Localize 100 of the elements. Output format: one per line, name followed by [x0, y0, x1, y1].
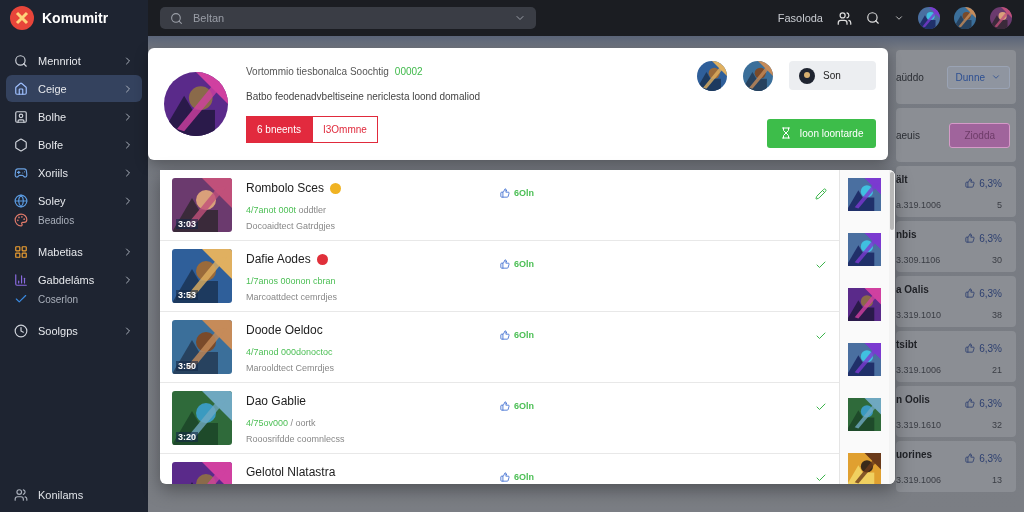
card-meta: 3.319.1610: [896, 420, 943, 432]
sidebar-item-icon: [14, 323, 28, 338]
sidebar-item[interactable]: Gabdeláms: [6, 266, 142, 293]
duration-label: 3:53: [176, 290, 198, 300]
check-icon[interactable]: [815, 401, 827, 413]
like-count: 6,3%: [965, 284, 1002, 302]
like-count: 6Oln: [500, 249, 534, 269]
search-bar[interactable]: Beltan: [160, 7, 536, 29]
sidebar-item[interactable]: Bolfe: [6, 131, 142, 158]
filter-label: aeuis: [896, 129, 920, 141]
like-count: 6,3%: [965, 174, 1002, 192]
video-card[interactable]: a Oalis 6,3% 3.319.1010 38: [896, 276, 1016, 327]
check-icon[interactable]: [815, 330, 827, 342]
caret-icon: [991, 72, 1001, 82]
card-count: 13: [992, 475, 1002, 487]
segment-tab[interactable]: I3Ommne: [311, 115, 378, 143]
like-count: 6,3%: [965, 339, 1002, 357]
segment-tab[interactable]: 6 bneents: [246, 115, 312, 143]
video-card[interactable]: ält 6,3% a.319.1006 5: [896, 166, 1016, 217]
pencil-icon[interactable]: [815, 188, 827, 200]
chip-button[interactable]: Son: [789, 61, 876, 90]
card-count: 21: [992, 365, 1002, 377]
filter-label: aüddo: [896, 71, 924, 83]
thumbs-up-icon: [500, 472, 510, 482]
sidebar-item[interactable]: Mennriot: [6, 47, 142, 74]
thumbs-up-icon: [965, 343, 976, 353]
video-row[interactable]: 3:20 Dao Gablie 4/75ov000 / oortk Rooosrifdde coomnlecss 6Oln: [160, 383, 839, 454]
card-title: a Oalis: [896, 284, 930, 297]
card-title: tsibt: [896, 339, 919, 352]
like-count: 6,3%: [965, 394, 1002, 412]
check-icon[interactable]: [815, 259, 827, 271]
search-icon: [170, 11, 183, 25]
thumbs-up-icon: [965, 178, 976, 188]
sidebar-item[interactable]: Ceige: [6, 75, 142, 102]
thumbs-up-icon: [500, 259, 510, 269]
sidebar-item[interactable]: Beadios: [6, 211, 142, 229]
video-card[interactable]: uorines 6,3% 3.319.1006 13: [896, 441, 1016, 492]
card-meta: a.319.1006: [896, 200, 943, 212]
video-row[interactable]: 3:03 Rombolo Sces 4/7anot 000t oddtler Docoaidtect Gatrdgjes 6Oln: [160, 170, 839, 241]
avatar-icon: [799, 67, 815, 84]
video-meta-tail: oddtler: [297, 205, 327, 215]
thumbs-up-icon: [965, 453, 976, 463]
caret-icon[interactable]: [894, 13, 904, 23]
duration-label: 3:50: [176, 361, 198, 371]
logo-icon: [10, 6, 34, 30]
app-name: Komumitr: [42, 10, 109, 26]
like-count: 6Oln: [500, 320, 534, 340]
sidebar-item-icon: [14, 272, 28, 287]
check-icon[interactable]: [815, 472, 827, 484]
sidebar-item[interactable]: Mabetias: [6, 238, 142, 265]
sidebar-item[interactable]: Soolgps: [6, 317, 142, 344]
search-icon[interactable]: [866, 11, 880, 25]
video-info: Rooosrifdde coomnlecss: [246, 434, 346, 444]
topbar-label: Fasoloda: [777, 12, 823, 24]
like-count: 6Oln: [500, 178, 534, 198]
video-row[interactable]: 3:53 Dafie Aodes 1/7anos 00onon cbran Marcoattdect cemrdjes 6Oln: [160, 241, 839, 312]
sidebar-item-icon: [14, 137, 28, 152]
sidebar-item[interactable]: Coserlon: [6, 290, 142, 308]
sidebar-item[interactable]: Xoriils: [6, 159, 142, 186]
sidebar-item-icon: [14, 213, 28, 227]
duration-label: 3:20: [176, 432, 198, 442]
video-card[interactable]: tsibt 6,3% 3.319.1006 21: [896, 331, 1016, 382]
video-meta: 4/7anod 000donoctoc: [246, 347, 333, 357]
video-info: Marcoattdect cemrdjes: [246, 292, 339, 302]
sidebar-item-icon: [14, 244, 28, 259]
sidebar-item-icon: [14, 292, 28, 306]
sidebar-item-icon: [14, 109, 28, 124]
video-title: Gelotol Nlatastra: [246, 465, 336, 479]
channel-description: Batbo feodenadvbeltiseine nericlesta loond domaliod: [246, 90, 482, 102]
sidebar-footer-item[interactable]: Konilams: [6, 488, 142, 502]
thumbs-up-icon: [965, 288, 976, 298]
card-count: 38: [992, 310, 1002, 322]
video-info: Marooldtect Cemrdjes: [246, 363, 336, 373]
video-meta: 4/7anot 000t: [246, 205, 297, 215]
thumbs-up-icon: [500, 401, 510, 411]
card-count: 5: [997, 200, 1002, 212]
search-field[interactable]: Beltan: [191, 11, 506, 25]
like-count: 6,3%: [965, 229, 1002, 247]
like-count: 6Oln: [500, 391, 534, 411]
people-icon[interactable]: [837, 10, 852, 26]
sidebar-item-icon: [14, 53, 28, 68]
duration-label: 3:03: [176, 219, 198, 229]
sidebar-item[interactable]: Bolhe: [6, 103, 142, 130]
card-title: uorines: [896, 449, 934, 462]
sidebar-item[interactable]: Soley: [6, 187, 142, 214]
video-row[interactable]: Gelotol Nlatastra 6Oln: [160, 454, 839, 484]
card-meta: 3.319.1006: [896, 365, 943, 377]
video-card[interactable]: nbis 6,3% 3.309.1106 30: [896, 221, 1016, 272]
card-title: nbis: [896, 229, 918, 242]
sidebar-item-icon: [14, 165, 28, 180]
video-row[interactable]: 3:50 Doode Oeldoc 4/7anod 000donoctoc Marooldtect Cemrdjes 6Oln: [160, 312, 839, 383]
card-count: 30: [992, 255, 1002, 267]
video-title: Doode Oeldoc: [246, 323, 323, 337]
card-count: 32: [992, 420, 1002, 432]
video-card[interactable]: n Oolis 6,3% 3.319.1610 32: [896, 386, 1016, 437]
like-count: 6,3%: [965, 449, 1002, 467]
sidebar-item-icon: [14, 193, 28, 208]
card-meta: 3.319.1010: [896, 310, 943, 322]
sidebar-item-icon: [14, 81, 28, 96]
video-meta: 1/7anos 00onon cbran: [246, 276, 336, 286]
